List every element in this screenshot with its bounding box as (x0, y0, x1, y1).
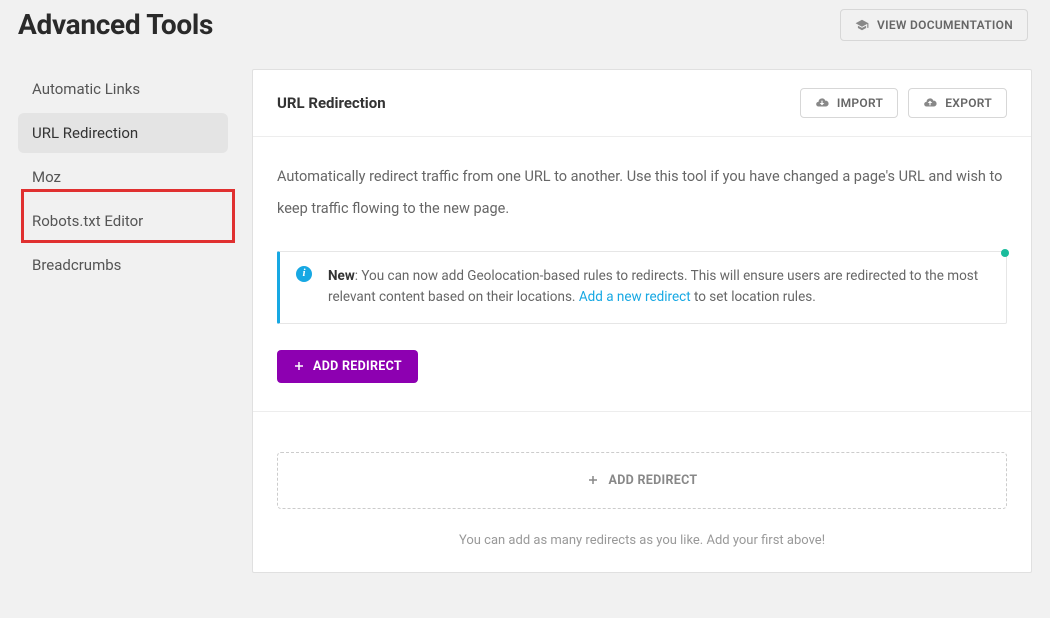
sidebar-item-label: URL Redirection (32, 124, 138, 142)
sidebar-item-label: Automatic Links (32, 80, 140, 98)
export-button[interactable]: EXPORT (908, 88, 1007, 118)
panel-title: URL Redirection (277, 94, 386, 112)
sidebar-item-moz[interactable]: Moz (18, 157, 228, 197)
plus-icon (587, 474, 599, 486)
import-button[interactable]: IMPORT (800, 88, 898, 118)
panel-description: Automatically redirect traffic from one … (277, 161, 1007, 225)
add-redirect-button[interactable]: ADD REDIRECT (277, 350, 418, 383)
view-documentation-label: VIEW DOCUMENTATION (877, 18, 1013, 32)
import-label: IMPORT (837, 96, 883, 110)
sidebar-item-breadcrumbs[interactable]: Breadcrumbs (18, 245, 228, 285)
info-tail: to set location rules. (691, 289, 816, 305)
content-panel: URL Redirection IMPORT EXPORT Automatica… (252, 69, 1032, 573)
dashed-add-redirect-button[interactable]: ADD REDIRECT (277, 452, 1007, 509)
hint-text: You can add as many redirects as you lik… (277, 533, 1007, 552)
sidebar-item-label: Moz (32, 168, 61, 186)
dashed-add-label: ADD REDIRECT (609, 473, 698, 488)
info-heading: New (328, 268, 355, 284)
sidebar-item-url-redirection[interactable]: URL Redirection (18, 113, 228, 153)
sidebar: Automatic Links URL Redirection Moz Robo… (18, 69, 228, 289)
plus-icon (293, 360, 305, 372)
cloud-upload-icon (923, 96, 937, 110)
sidebar-item-robots-txt-editor[interactable]: Robots.txt Editor (18, 201, 228, 241)
page-title: Advanced Tools (18, 8, 213, 41)
sidebar-item-label: Robots.txt Editor (32, 212, 143, 230)
add-redirect-link[interactable]: Add a new redirect (579, 289, 691, 305)
add-redirect-label: ADD REDIRECT (313, 359, 402, 374)
new-indicator-dot (1001, 249, 1009, 257)
graduation-cap-icon (855, 18, 869, 32)
export-label: EXPORT (945, 96, 992, 110)
sidebar-item-automatic-links[interactable]: Automatic Links (18, 69, 228, 109)
view-documentation-button[interactable]: VIEW DOCUMENTATION (840, 9, 1028, 41)
cloud-download-icon (815, 96, 829, 110)
info-banner: i New: You can now add Geolocation-based… (277, 251, 1007, 324)
sidebar-item-label: Breadcrumbs (32, 256, 121, 274)
info-icon: i (296, 266, 312, 282)
